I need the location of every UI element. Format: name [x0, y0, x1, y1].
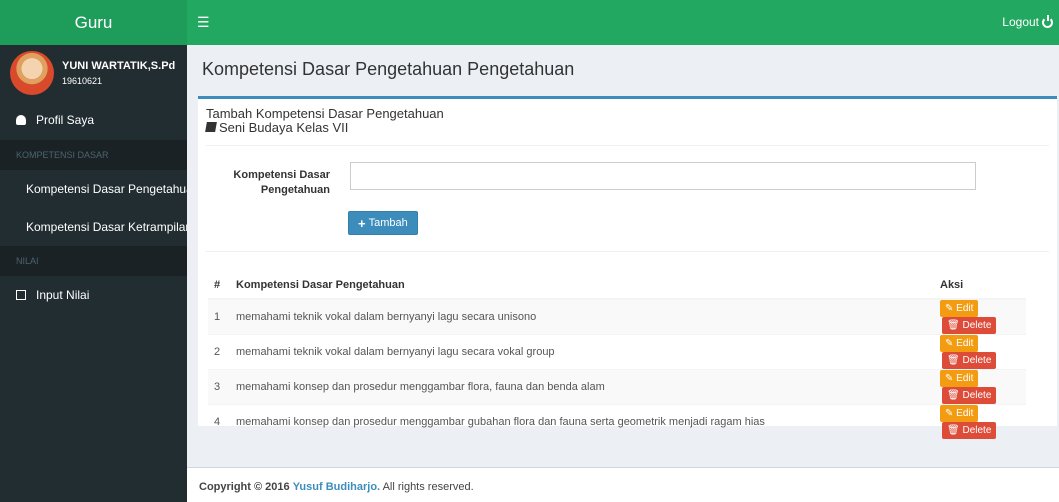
- user-icon: [16, 115, 26, 125]
- delete-button[interactable]: 🗑 Delete: [942, 352, 997, 369]
- row-text: memahami konsep dan prosedur menggambar …: [230, 369, 934, 405]
- sidebar-item-input-nilai[interactable]: Input Nilai: [0, 276, 187, 314]
- page-title: Kompetensi Dasar Pengetahuan Pengetahuan: [202, 59, 575, 79]
- row-text: memahami teknik vokal dalam bernyanyi la…: [230, 298, 934, 335]
- kd-input[interactable]: [350, 162, 976, 190]
- plus-icon: +: [358, 215, 366, 231]
- row-num: 4: [208, 404, 230, 439]
- box-title: Tambah Kompetensi Dasar Pengetahuan: [206, 106, 444, 121]
- footer-copyright: Copyright © 2016: [199, 481, 290, 493]
- row-num: 1: [208, 298, 230, 335]
- add-button-label: Tambah: [368, 217, 408, 229]
- delete-button[interactable]: 🗑 Delete: [942, 422, 997, 439]
- row-text: memahami konsep dan prosedur menggambar …: [230, 404, 934, 439]
- image-icon: [16, 290, 26, 300]
- logout-button[interactable]: Logout: [1002, 14, 1053, 29]
- sidebar-section-kd: KOMPETENSI DASAR: [0, 140, 187, 170]
- row-num: 3: [208, 369, 230, 405]
- sidebar-item-profil[interactable]: Profil Saya: [0, 100, 187, 140]
- table-row: 1 memahami teknik vokal dalam bernyanyi …: [208, 298, 1026, 335]
- edit-button[interactable]: ✎ Edit: [940, 300, 979, 317]
- app-logo[interactable]: Guru: [0, 0, 187, 45]
- edit-button[interactable]: ✎ Edit: [940, 405, 979, 422]
- sidebar: YUNI WARTATIK,S.Pd 19610621 Profil Saya …: [0, 45, 187, 502]
- table-row: 4 memahami konsep dan prosedur menggamba…: [208, 404, 1026, 439]
- user-id: 19610621: [62, 75, 103, 86]
- sidebar-item-label: Profil Saya: [36, 113, 95, 127]
- divider: [206, 145, 1049, 146]
- edit-button[interactable]: ✎ Edit: [940, 370, 979, 387]
- edit-button[interactable]: ✎ Edit: [940, 335, 979, 352]
- add-button[interactable]: + Tambah: [348, 211, 418, 235]
- header-num: #: [208, 271, 230, 300]
- logo-text: Guru: [74, 12, 113, 32]
- sidebar-item-label: Kompetensi Dasar Pengetahuan: [26, 182, 187, 196]
- sidebar-item-label: Kompetensi Dasar Ketrampilan: [26, 220, 187, 234]
- user-name: YUNI WARTATIK,S.Pd: [62, 59, 176, 72]
- sidebar-section-nilai: NILAI: [0, 246, 187, 276]
- avatar: [10, 50, 54, 95]
- sidebar-item-kd-pengetahuan[interactable]: Kompetensi Dasar Pengetahuan: [0, 170, 187, 208]
- sidebar-item-label: Input Nilai: [36, 288, 90, 302]
- table-row: 2 memahami teknik vokal dalam bernyanyi …: [208, 334, 1026, 370]
- divider: [206, 251, 1049, 252]
- power-icon: [1042, 14, 1053, 28]
- delete-button[interactable]: 🗑 Delete: [942, 317, 997, 334]
- user-panel: YUNI WARTATIK,S.Pd 19610621: [0, 45, 187, 100]
- footer-author-link[interactable]: Yusuf Budiharjo.: [293, 481, 380, 493]
- header-aksi: Aksi: [934, 271, 1026, 300]
- header-kd: Kompetensi Dasar Pengetahuan: [230, 271, 934, 300]
- top-navbar: ☰ Logout: [187, 0, 1059, 45]
- kd-table: # Kompetensi Dasar Pengetahuan Aksi 1 me…: [208, 271, 1026, 439]
- row-num: 2: [208, 334, 230, 370]
- subject-label: Seni Budaya Kelas VII: [219, 120, 349, 135]
- table-header-row: # Kompetensi Dasar Pengetahuan Aksi: [208, 271, 1026, 300]
- footer-rights: All rights reserved.: [382, 481, 474, 493]
- footer: Copyright © 2016 Yusuf Budiharjo. All ri…: [187, 467, 1059, 502]
- table-row: 3 memahami konsep dan prosedur menggamba…: [208, 369, 1026, 405]
- book-icon: [205, 122, 217, 132]
- delete-button[interactable]: 🗑 Delete: [942, 387, 997, 404]
- sidebar-toggle-icon[interactable]: ☰: [197, 14, 210, 31]
- content-box: Tambah Kompetensi Dasar Pengetahuan Seni…: [198, 96, 1057, 439]
- sidebar-item-kd-ketrampilan[interactable]: Kompetensi Dasar Ketrampilan: [0, 208, 187, 246]
- logout-label: Logout: [1002, 15, 1039, 29]
- row-text: memahami teknik vokal dalam bernyanyi la…: [230, 334, 934, 370]
- kd-field-label: Kompetensi Dasar Pengetahuan: [233, 169, 330, 196]
